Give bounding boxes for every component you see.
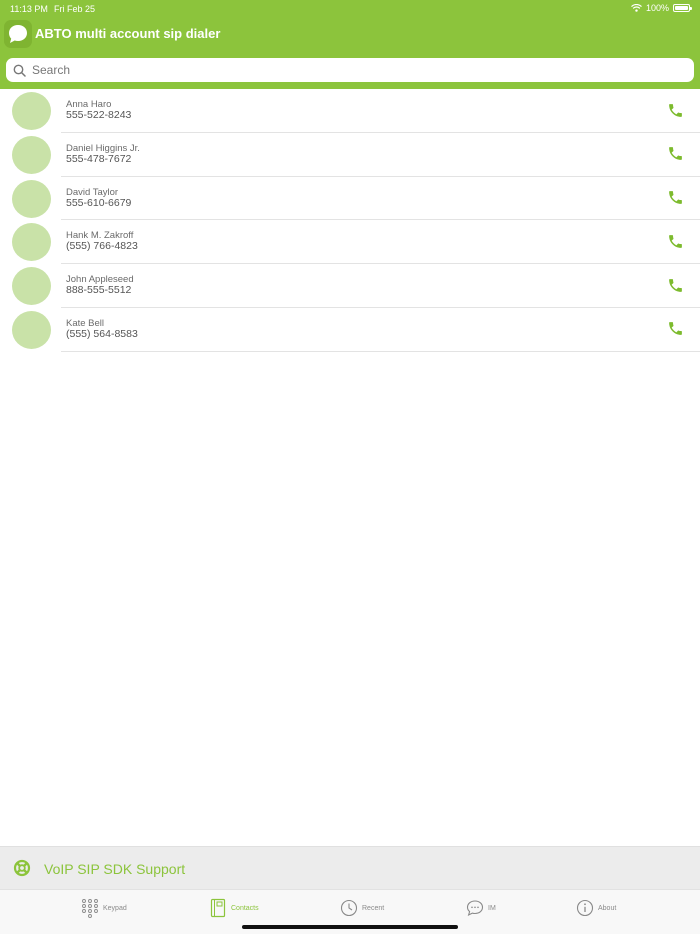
search-bar[interactable] [6,58,694,82]
contact-row[interactable]: Daniel Higgins Jr. 555-478-7672 [0,133,700,177]
clock-icon [340,898,358,918]
search-icon [13,64,26,77]
contact-phone: (555) 766-4823 [66,240,138,253]
avatar [12,310,51,349]
contact-phone: 555-478-7672 [66,152,132,165]
contact-row[interactable]: David Taylor 555-610-6679 [0,177,700,221]
tab-bar: Keypad Contacts Recent IM About [0,889,700,934]
tab-label: About [598,904,617,912]
chat-bubble-icon [9,25,27,43]
contact-phone: (555) 564-8583 [66,327,138,340]
info-icon [576,898,594,918]
home-indicator[interactable] [242,925,458,929]
call-button[interactable] [666,320,684,338]
battery-percent: 100% [645,3,669,13]
app-logo [4,20,32,48]
contact-row[interactable]: Hank M. Zakroff (555) 766-4823 [0,220,700,264]
battery-icon [673,4,692,12]
phone-icon [668,147,682,161]
phone-icon [668,322,682,336]
contact-phone: 555-522-8243 [66,109,132,121]
contact-phone: 555-610-6679 [66,196,132,209]
contact-row[interactable]: Anna Haro 555-522-8243 [0,89,700,133]
tab-label: IM [488,904,496,912]
app-title: ABTO multi account sip dialer [35,26,221,41]
tab-recent[interactable]: Recent [340,896,384,920]
contacts-book-icon [209,898,227,918]
app-header: 11:13 PM Fri Feb 25 100% ABTO multi acco… [0,0,700,89]
tab-contacts[interactable]: Contacts [209,896,259,920]
wifi-icon [631,4,642,12]
avatar [12,267,51,306]
call-button[interactable] [666,101,684,119]
call-button[interactable] [666,145,684,163]
lifebuoy-icon [13,859,31,877]
call-button[interactable] [666,276,684,294]
call-button[interactable] [666,189,684,207]
avatar [12,92,51,130]
phone-icon [668,235,682,248]
tab-keypad[interactable]: Keypad [81,896,127,920]
status-date: Fri Feb 25 [54,4,96,14]
tab-label: Recent [362,904,385,912]
status-time: 11:13 PM [10,4,48,14]
avatar [12,223,51,262]
search-input[interactable] [32,60,672,80]
contact-phone: 888-555-5512 [66,284,132,297]
contact-row[interactable]: Kate Bell (555) 564-8583 [0,308,700,352]
status-bar: 11:13 PM Fri Feb 25 100% [0,0,700,18]
call-button[interactable] [666,232,684,250]
tab-about[interactable]: About [576,896,616,920]
phone-icon [668,191,682,204]
status-indicators: 100% [631,3,692,13]
phone-icon [668,103,682,117]
avatar [12,135,51,174]
tab-label: Contacts [231,904,259,912]
support-label: VoIP SIP SDK Support [44,861,186,877]
tab-label: Keypad [103,904,127,912]
support-banner[interactable]: VoIP SIP SDK Support [0,846,700,889]
tab-im[interactable]: IM [466,896,496,920]
keypad-icon [81,898,99,918]
chat-bubble-icon [466,898,484,918]
contact-row[interactable]: John Appleseed 888-555-5512 [0,264,700,308]
contact-list: Anna Haro 555-522-8243 Daniel Higgins Jr… [0,89,700,352]
phone-icon [668,278,682,292]
avatar [12,179,51,218]
